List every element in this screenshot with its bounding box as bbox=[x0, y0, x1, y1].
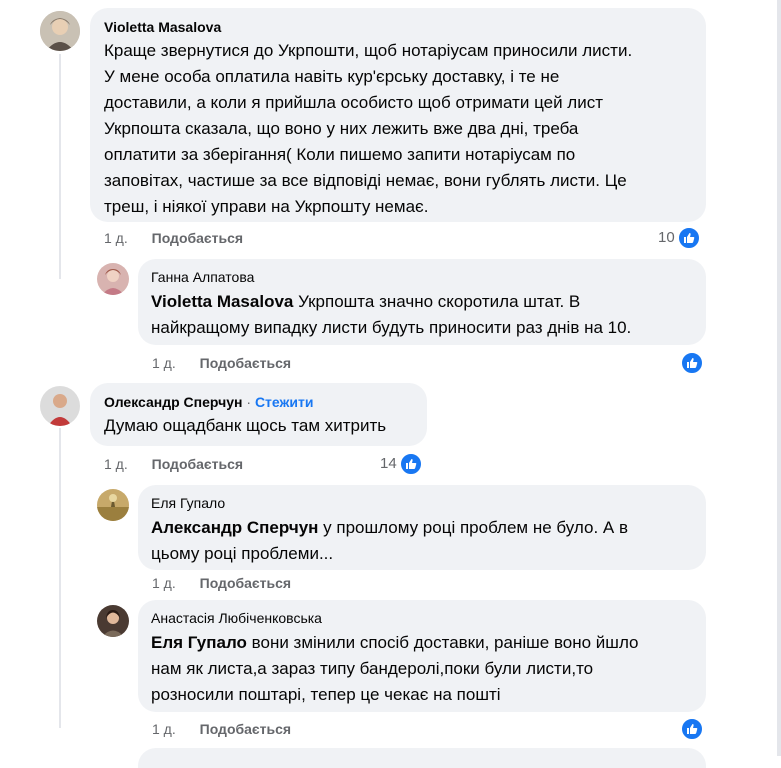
avatar[interactable] bbox=[97, 263, 129, 295]
comment-meta: 1 д. Подобається bbox=[152, 354, 291, 372]
like-button[interactable]: Подобається bbox=[152, 230, 243, 246]
reaction-number: 14 bbox=[380, 455, 397, 472]
like-button[interactable]: Подобається bbox=[152, 456, 243, 472]
avatar[interactable] bbox=[40, 11, 80, 51]
comment-bubble: Анастасія Любіченковська Еля Гупало вони… bbox=[138, 600, 706, 712]
comment-text: Думаю ощадбанк щось там хитрить bbox=[104, 416, 387, 435]
comment-author[interactable]: Ганна Алпатова bbox=[151, 268, 693, 286]
mention-link[interactable]: Александр Сперчун bbox=[151, 518, 318, 537]
separator: · bbox=[242, 394, 255, 410]
comment-time[interactable]: 1 д. bbox=[104, 456, 128, 472]
page-edge bbox=[777, 0, 781, 756]
comment-time[interactable]: 1 д. bbox=[152, 575, 176, 591]
comment-author[interactable]: Анастасія Любіченковська bbox=[151, 609, 693, 627]
avatar[interactable] bbox=[40, 386, 80, 426]
comment-author-line: Олександр Сперчун · Стежити bbox=[104, 393, 413, 411]
comment-time[interactable]: 1 д. bbox=[104, 230, 128, 246]
avatar[interactable] bbox=[97, 605, 129, 637]
avatar[interactable] bbox=[97, 489, 129, 521]
comment-author[interactable]: Violetta Masalova bbox=[104, 18, 692, 36]
comment-text: Краще звернутися до Укрпошти, щоб нотарі… bbox=[104, 41, 633, 216]
reaction-count[interactable] bbox=[680, 351, 704, 375]
comment-bubble-partial bbox=[138, 748, 706, 768]
thread-line bbox=[59, 54, 61, 279]
comment-bubble: Олександр Сперчун · Стежити Думаю ощадба… bbox=[90, 383, 427, 446]
comment-meta: 1 д. Подобається bbox=[104, 229, 243, 247]
reaction-number: 10 bbox=[658, 229, 675, 246]
comment-text: Александр Сперчун у прошлому році пробле… bbox=[151, 515, 693, 567]
comment-time[interactable]: 1 д. bbox=[152, 355, 176, 371]
comment-meta: 1 д. Подобається bbox=[152, 720, 291, 738]
mention-link[interactable]: Еля Гупало bbox=[151, 633, 247, 652]
comment-time[interactable]: 1 д. bbox=[152, 721, 176, 737]
like-reaction-icon bbox=[680, 351, 704, 375]
mention-link[interactable]: Violetta Masalova bbox=[151, 292, 293, 311]
reaction-count[interactable]: 10 bbox=[658, 226, 701, 250]
comment-author[interactable]: Олександр Сперчун bbox=[104, 394, 242, 410]
like-button[interactable]: Подобається bbox=[200, 575, 291, 591]
reaction-count[interactable] bbox=[680, 717, 704, 741]
comment-text: Еля Гупало вони змінили спосіб доставки,… bbox=[151, 630, 693, 708]
comment-meta: 1 д. Подобається bbox=[152, 574, 291, 592]
comment-bubble: Violetta Masalova Краще звернутися до Ук… bbox=[90, 8, 706, 222]
comment-bubble: Еля Гупало Александр Сперчун у прошлому … bbox=[138, 485, 706, 570]
comment-bubble: Ганна Алпатова Violetta Masalova Укрпошт… bbox=[138, 259, 706, 345]
like-reaction-icon bbox=[398, 452, 423, 476]
like-reaction-icon bbox=[680, 717, 704, 741]
like-reaction-icon bbox=[676, 226, 701, 250]
follow-button[interactable]: Стежити bbox=[255, 394, 314, 410]
reaction-count[interactable]: 14 bbox=[380, 452, 423, 476]
comment-meta: 1 д. Подобається bbox=[104, 455, 243, 473]
like-button[interactable]: Подобається bbox=[200, 721, 291, 737]
thread-line bbox=[59, 428, 61, 728]
like-button[interactable]: Подобається bbox=[200, 355, 291, 371]
comment-text: Violetta Masalova Укрпошта значно скорот… bbox=[151, 289, 693, 341]
comment-author[interactable]: Еля Гупало bbox=[151, 494, 693, 512]
